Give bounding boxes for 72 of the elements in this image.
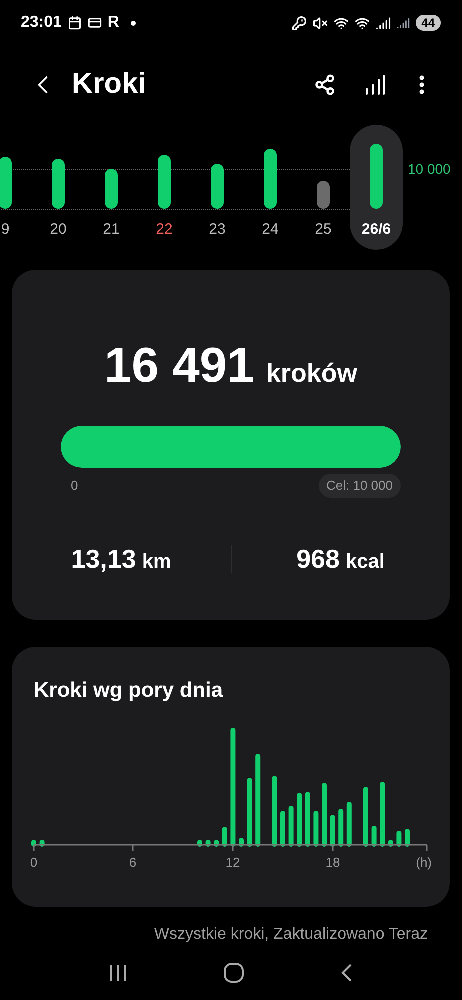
hourly-bar	[288, 806, 294, 846]
day-column[interactable]: 22	[138, 125, 191, 250]
axis-tick-label: 6	[129, 854, 137, 870]
hourly-bar	[198, 840, 202, 846]
hourly-bar	[372, 826, 377, 846]
share-icon[interactable]	[314, 74, 336, 96]
status-letter: R	[108, 13, 120, 33]
hourly-bar	[32, 840, 36, 846]
day-label: 23	[209, 220, 226, 240]
axis-tick-label: 0	[30, 854, 38, 870]
hourly-bar	[206, 840, 211, 846]
hourly-bar	[297, 792, 302, 846]
hourly-bar	[346, 802, 352, 846]
day-label: 22	[156, 220, 173, 240]
day-label: 25	[315, 220, 332, 240]
goal-chip: Cel: 10 000	[318, 474, 401, 498]
hourly-bar	[396, 830, 402, 846]
day-column[interactable]: 25	[297, 125, 350, 250]
day-column[interactable]: 24	[244, 125, 297, 250]
day-column[interactable]: 21	[85, 125, 138, 250]
day-label: 21	[103, 220, 120, 240]
key-icon	[292, 16, 307, 30]
clock: 23:01	[21, 13, 62, 33]
bar-chart-icon[interactable]	[364, 74, 386, 96]
stat-value: 968	[296, 542, 340, 576]
section-title: Kroki wg pory dnia	[34, 678, 224, 704]
hourly-bar	[305, 792, 310, 846]
day-label: 26/6	[362, 220, 392, 240]
hourly-bar	[314, 810, 319, 846]
wifi-icon	[354, 16, 370, 30]
hourly-bar	[405, 828, 410, 846]
axis-tick-label: 18	[326, 854, 340, 870]
day-column[interactable]: 26/6	[350, 125, 403, 250]
goal-line-label: 10 000	[408, 160, 451, 179]
card-icon	[88, 16, 102, 30]
stat-unit: kcal	[346, 550, 385, 574]
home-icon[interactable]	[222, 962, 245, 984]
signal-icon	[396, 16, 410, 30]
mute-icon	[312, 16, 328, 30]
day-label: 9	[1, 220, 10, 240]
recent-apps-icon[interactable]	[108, 964, 128, 982]
signal-icon	[376, 16, 391, 30]
hourly-bar	[330, 814, 336, 846]
axis-unit: (h)	[416, 854, 432, 870]
progress-start: 0	[71, 477, 78, 495]
day-label: 24	[262, 220, 279, 240]
hourly-bar	[322, 782, 327, 846]
day-column[interactable]: 20	[32, 125, 85, 250]
step-count: 16 491	[104, 338, 254, 394]
hourly-bar	[239, 838, 244, 846]
hourly-bar	[40, 840, 45, 846]
day-column[interactable]: 9	[0, 125, 32, 250]
hourly-bar	[280, 810, 286, 846]
footer-note: Wszystkie kroki, Zaktualizowano Teraz	[154, 925, 428, 945]
day-column[interactable]: 23	[191, 125, 244, 250]
hourly-bar	[214, 840, 220, 846]
hourly-bar	[388, 840, 394, 846]
back-nav-icon[interactable]	[340, 962, 354, 982]
hourly-bar	[247, 778, 252, 846]
step-unit: kroków	[266, 357, 358, 390]
axis-tick-label: 12	[226, 854, 240, 870]
calendar-icon	[68, 16, 82, 30]
hourly-bar	[364, 786, 368, 846]
day-label: 20	[50, 220, 67, 240]
hourly-bar	[272, 776, 278, 846]
hourly-bar	[338, 808, 344, 846]
battery-indicator: 44	[416, 15, 441, 31]
hourly-bar	[380, 782, 386, 846]
page-title: Kroki	[72, 66, 146, 102]
stat-unit: km	[142, 550, 172, 574]
hourly-bar	[222, 826, 228, 846]
stat-value: 13,13	[71, 542, 136, 576]
